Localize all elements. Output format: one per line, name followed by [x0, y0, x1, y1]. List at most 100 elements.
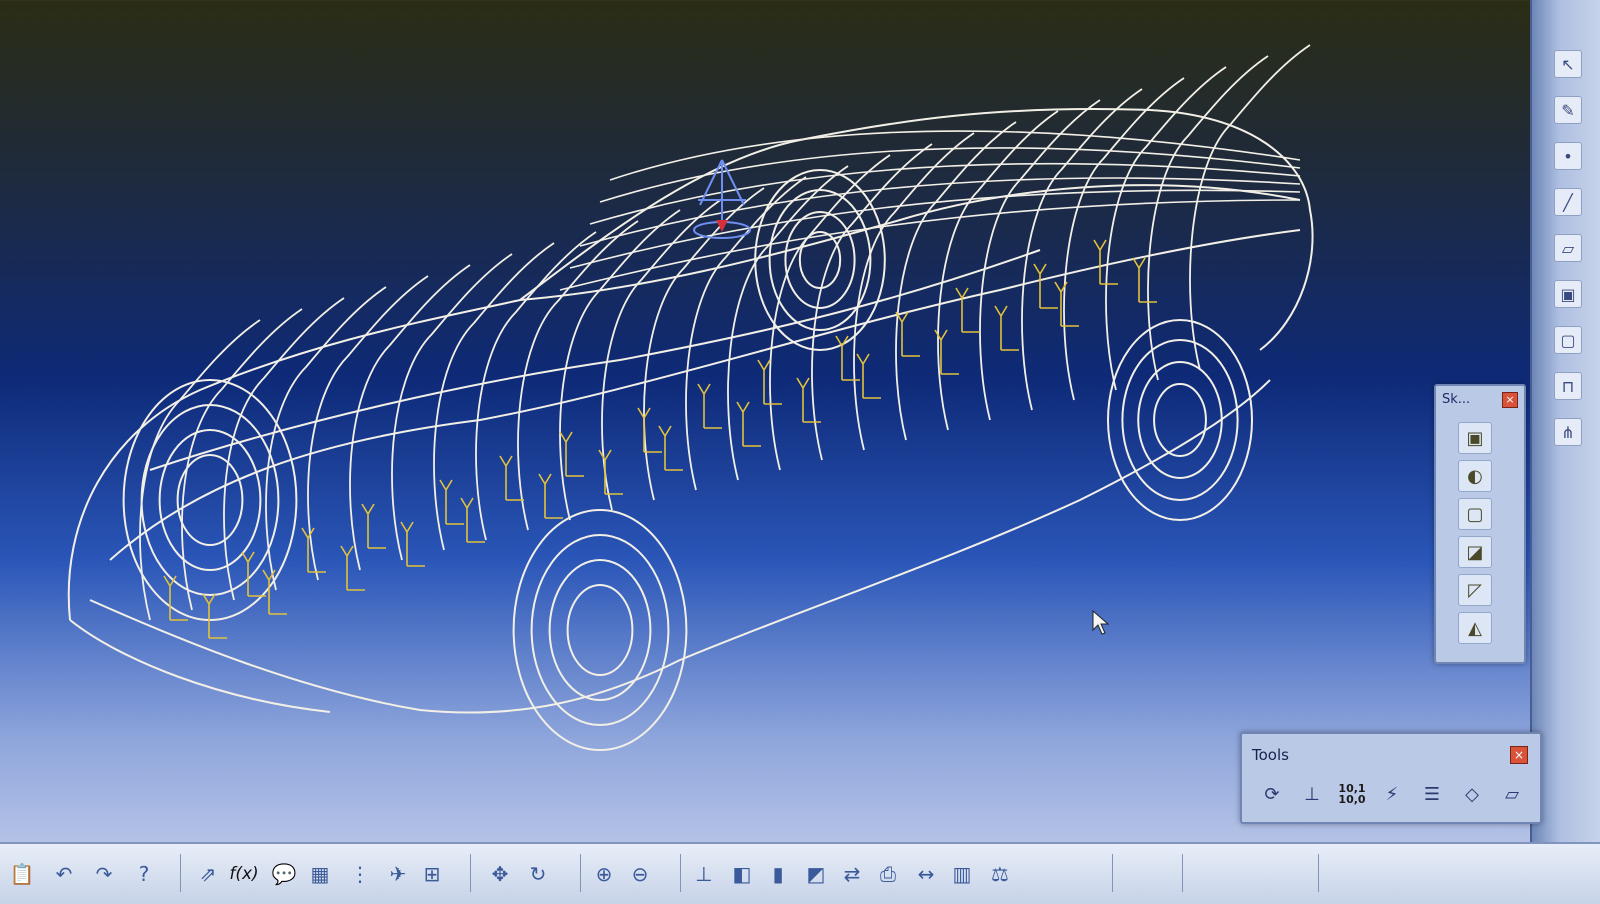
offset-icon[interactable]: ▢: [1458, 498, 1492, 530]
toolbar-separator: [1318, 854, 1319, 892]
rotate-icon[interactable]: ↻: [522, 858, 554, 890]
mass-icon[interactable]: ⚖: [984, 858, 1016, 890]
construction-axis: [400, 521, 425, 567]
wheel-arch-curve: [548, 559, 652, 701]
construction-axis: [796, 377, 821, 423]
formula-label: f(x): [229, 864, 259, 884]
wheel-arch-curve: [140, 404, 280, 596]
point-icon[interactable]: •: [1554, 142, 1582, 170]
toolbar-separator: [470, 854, 471, 892]
redo-icon[interactable]: ↷: [88, 858, 120, 890]
extrude-icon[interactable]: ▣: [1458, 422, 1492, 454]
close-icon[interactable]: ×: [1502, 392, 1518, 408]
sketch-icon[interactable]: ✎: [1554, 96, 1582, 124]
paste-icon[interactable]: 📋: [6, 858, 38, 890]
measure-value-bottom: 10,0: [1338, 793, 1366, 806]
measure-icon[interactable]: 10,1 10,0: [1336, 778, 1368, 810]
whats-this-icon[interactable]: ?: [128, 858, 160, 890]
toolbar-separator: [1112, 854, 1113, 892]
construction-axis: [1033, 263, 1058, 309]
3d-viewport[interactable]: [0, 0, 1520, 840]
tools-toolbar-title: Tools: [1252, 746, 1289, 764]
fit-all-icon[interactable]: ⊞: [416, 858, 448, 890]
sketch-toolbar-title: Sk...: [1442, 392, 1471, 407]
formula-icon[interactable]: f(x): [228, 858, 260, 890]
construction-axis: [202, 593, 227, 639]
body-curve: [69, 619, 331, 713]
plane-system-icon[interactable]: ⇗: [192, 858, 224, 890]
toolbar-separator: [580, 854, 581, 892]
line-icon[interactable]: ╱: [1554, 188, 1582, 216]
print-icon[interactable]: ⎙: [872, 858, 904, 890]
construction-axis: [361, 503, 386, 549]
blend-icon[interactable]: ◭: [1458, 612, 1492, 644]
toolbar-separator: [1182, 854, 1183, 892]
body-curve: [109, 229, 1301, 561]
fly-icon[interactable]: ✈: [382, 858, 414, 890]
toolbar-separator: [680, 854, 681, 892]
roof-line: [609, 130, 1301, 181]
section-rib: [1189, 44, 1311, 371]
swap-space-icon[interactable]: ⇄: [836, 858, 868, 890]
surfaces-icon[interactable]: ◐: [1458, 460, 1492, 492]
construction-axis: [1054, 281, 1079, 327]
wheel-arch-curve: [530, 534, 670, 726]
wheel-arch-curve: [798, 231, 842, 289]
toolbar-separator: [180, 854, 181, 892]
wheel-arch-curve: [566, 584, 634, 676]
render-style-icon[interactable]: ▮: [762, 858, 794, 890]
comment-icon[interactable]: 💬: [268, 858, 300, 890]
update-icon[interactable]: ⟳: [1256, 778, 1288, 810]
grid-icon[interactable]: ☰: [1416, 778, 1448, 810]
split-icon[interactable]: ⋔: [1554, 418, 1582, 446]
construction-axis: [736, 401, 761, 447]
construction-axis: [538, 473, 563, 519]
roof-line: [589, 162, 1301, 225]
construction-axis: [637, 407, 662, 453]
normal-view-icon[interactable]: ⊥: [688, 858, 720, 890]
construction-axis: [895, 311, 920, 357]
construction-axis: [439, 479, 464, 525]
section-rib: [1021, 88, 1143, 411]
select-arrow-icon[interactable]: ↖: [1554, 50, 1582, 78]
close-icon[interactable]: ×: [1510, 746, 1528, 764]
wheel-arch-curve: [1107, 319, 1253, 521]
surface-icon[interactable]: ◇: [1456, 778, 1488, 810]
wheel-arch-curve: [176, 454, 244, 546]
construction-axis: [598, 449, 623, 495]
section-rib: [937, 110, 1059, 431]
compass-icon: [698, 159, 746, 230]
tree-icon[interactable]: ⋮: [344, 858, 376, 890]
fill-icon[interactable]: ◪: [1458, 536, 1492, 568]
axis-system-icon[interactable]: ⊥: [1296, 778, 1328, 810]
hide-show-icon[interactable]: ◩: [800, 858, 832, 890]
sweep-icon[interactable]: ◸: [1458, 574, 1492, 606]
pan-icon[interactable]: ✥: [484, 858, 516, 890]
plane-icon[interactable]: ▱: [1554, 234, 1582, 262]
construction-axis: [559, 431, 584, 477]
sketch-toolbar[interactable]: Sk... × ▣ ◐ ▢ ◪ ◸ ◭: [1434, 384, 1526, 664]
construction-axis: [340, 545, 365, 591]
construction-axis: [658, 425, 683, 471]
join-icon[interactable]: ⊓: [1554, 372, 1582, 400]
tools-toolbar[interactable]: Tools × ⟳ ⊥ 10,1 10,0 ⚡ ☰ ◇ ▱: [1240, 732, 1542, 824]
body-curve: [89, 379, 1271, 714]
zoom-out-icon[interactable]: ⊖: [624, 858, 656, 890]
measure-item-icon[interactable]: ▥: [946, 858, 978, 890]
bottom-toolbar: 📋 ↶ ↷? ⇗ f(x) 💬 ▦ ⋮ ✈ ⊞ ✥ ↻ ⊕ ⊖ ⊥ ◧ ▮ ◩ ⇄ ⎙ ↔ ▥ ⚖: [0, 842, 1600, 904]
iso-view-icon[interactable]: ◧: [726, 858, 758, 890]
measure-between-icon[interactable]: ↔: [910, 858, 942, 890]
extrude-icon[interactable]: ▣: [1554, 280, 1582, 308]
construction-axis: [856, 353, 881, 399]
table-icon[interactable]: ▦: [304, 858, 336, 890]
construction-axis: [994, 305, 1019, 351]
wheel-arch-curve: [122, 379, 298, 621]
construction-axis: [835, 335, 860, 381]
zoom-in-icon[interactable]: ⊕: [588, 858, 620, 890]
undo-icon[interactable]: ↶: [48, 858, 80, 890]
plane-icon[interactable]: ▱: [1496, 778, 1528, 810]
section-rib: [895, 121, 1017, 441]
section-rib: [1063, 77, 1185, 401]
snap-icon[interactable]: ⚡: [1376, 778, 1408, 810]
offset-icon[interactable]: ▢: [1554, 326, 1582, 354]
